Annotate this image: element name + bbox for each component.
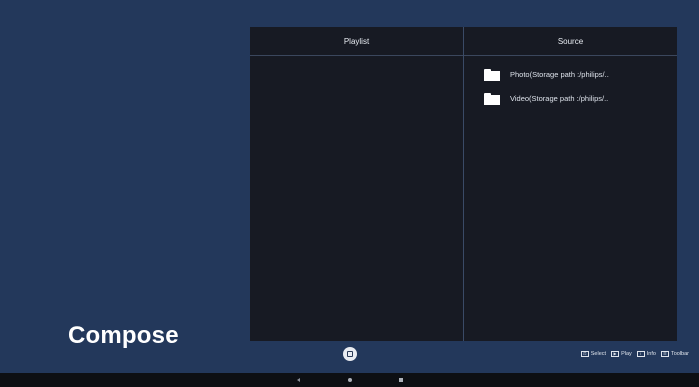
source-item-label: Photo(Storage path :/philips/.. — [510, 69, 609, 79]
select-key-icon: ⊡ — [580, 351, 589, 357]
source-list: Photo(Storage path :/philips/.. Video(St… — [464, 56, 677, 110]
playlist-panel: Playlist — [250, 27, 463, 341]
toolbar-key-icon: ☰ — [660, 351, 669, 357]
play-key-icon: ▶ — [611, 351, 620, 357]
recent-apps-nav-icon[interactable] — [398, 377, 404, 383]
hint-toolbar: ☰ Toolbar — [660, 351, 689, 357]
hint-info: i Info — [636, 351, 656, 357]
remote-hint-bar: ⊡ Select ▶ Play i Info ☰ Toolbar — [580, 351, 689, 357]
back-nav-icon[interactable] — [296, 377, 302, 383]
hint-label: Select — [590, 351, 607, 357]
info-key-icon: i — [636, 351, 645, 357]
source-panel: Source Photo(Storage path :/philips/.. V… — [464, 27, 677, 341]
system-nav-bar — [0, 373, 699, 387]
folder-icon — [484, 92, 500, 105]
home-nav-icon[interactable] — [347, 377, 353, 383]
hint-play: ▶ Play — [611, 351, 632, 357]
source-header: Source — [464, 27, 677, 56]
source-item-video[interactable]: Video(Storage path :/philips/.. — [484, 86, 677, 110]
center-action-button[interactable] — [343, 347, 357, 361]
square-icon — [347, 351, 353, 357]
hint-label: Info — [646, 351, 656, 357]
folder-icon — [484, 68, 500, 81]
playlist-header: Playlist — [250, 27, 463, 56]
screen: Playlist Source Photo(Storage path :/phi… — [0, 0, 699, 387]
source-item-photo[interactable]: Photo(Storage path :/philips/.. — [484, 62, 677, 86]
source-item-label: Video(Storage path :/philips/.. — [510, 93, 609, 103]
hint-select: ⊡ Select — [580, 351, 607, 357]
page-title: Compose — [68, 322, 179, 349]
hint-label: Play — [621, 351, 632, 357]
hint-label: Toolbar — [670, 351, 689, 357]
